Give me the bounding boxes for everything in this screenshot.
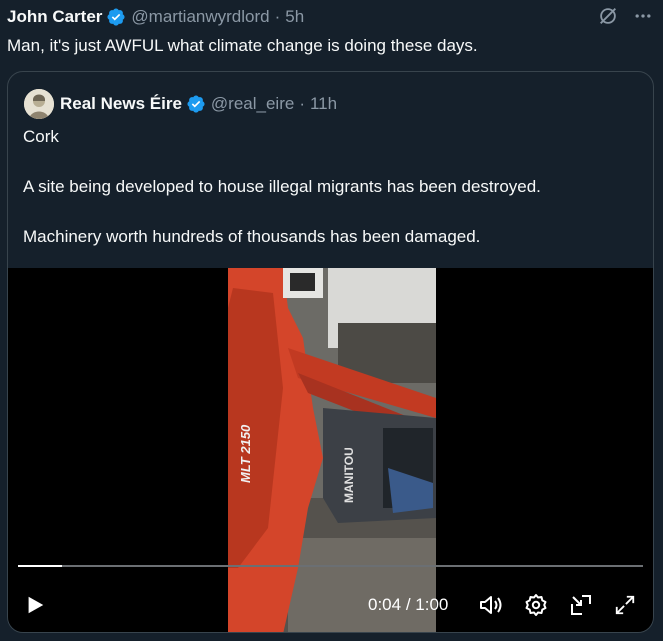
video-controls: 0:04 / 1:00 [8,590,653,620]
video-duration: 1:00 [415,595,449,614]
play-icon[interactable] [24,590,46,620]
video-elapsed: 0:04 [368,595,402,614]
quoted-author-name[interactable]: Real News Éire [60,94,182,114]
author-name[interactable]: John Carter [7,7,102,27]
separator-dot: · [299,94,305,113]
volume-icon[interactable] [478,590,504,620]
quoted-line-2: Machinery worth hundreds of thousands ha… [23,227,481,246]
picture-in-picture-icon[interactable] [569,590,593,620]
quoted-tweet-header: Real News Éire @real_eire · 11h [24,89,337,119]
tweet-page: John Carter @martianwyrdlord · 5h Man, i… [0,0,663,641]
quoted-tweet-text: Cork A site being developed to house ill… [23,125,541,249]
verified-badge-icon [106,7,126,27]
tweet-text: Man, it's just AWFUL what climate change… [7,36,478,55]
grok-icon[interactable] [597,5,619,27]
video-progress-bar[interactable] [18,565,643,567]
quoted-line-1: A site being developed to house illegal … [23,177,541,196]
header-actions [597,5,653,27]
fullscreen-icon[interactable] [614,590,636,620]
video-player[interactable]: MLT 2150 MANITOU 0:04 / 1:00 [8,268,653,632]
more-icon[interactable] [633,6,653,26]
video-frame[interactable]: MLT 2150 MANITOU [228,268,436,632]
video-timecode: 0:04 / 1:00 [368,595,448,615]
author-handle[interactable]: @martianwyrdlord [131,7,269,27]
time-separator: / [405,595,411,614]
separator-dot: · [274,7,281,26]
tweet-time[interactable]: 5h [285,7,304,27]
machine-label-mlt: MLT 2150 [238,424,253,483]
verified-badge-icon [186,94,206,114]
tweet-header: John Carter @martianwyrdlord · 5h [7,5,653,29]
quoted-author-handle[interactable]: @real_eire [211,94,294,114]
machine-label-manitou: MANITOU [342,447,356,503]
quoted-tweet[interactable]: Real News Éire @real_eire · 11h Cork A s… [7,71,654,633]
settings-icon[interactable] [524,590,548,620]
quoted-line-location: Cork [23,127,59,146]
avatar[interactable] [24,89,54,119]
quoted-tweet-time[interactable]: 11h [310,94,337,114]
video-progress-fill [18,565,62,567]
